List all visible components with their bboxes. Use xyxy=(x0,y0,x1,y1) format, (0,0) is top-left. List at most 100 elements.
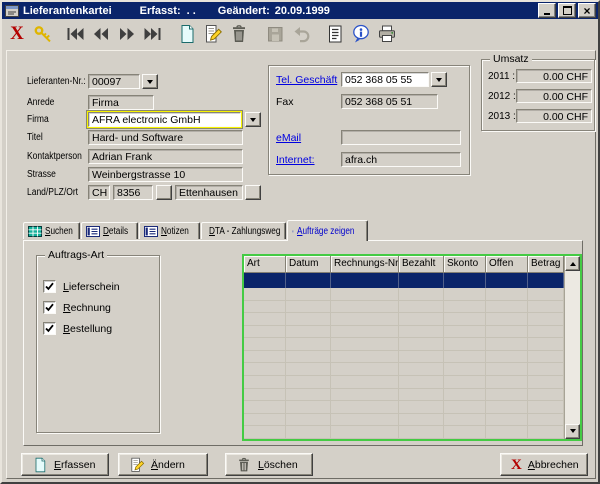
checkbox-rechnung[interactable] xyxy=(43,301,56,314)
ort-lookup-button[interactable] xyxy=(245,185,261,200)
geaendert-label: Geändert: xyxy=(218,5,270,17)
checkbox-lieferschein[interactable] xyxy=(43,280,56,293)
check-icon xyxy=(45,282,54,291)
scroll-up-button[interactable] xyxy=(565,256,580,271)
tab-label: Aufträge zeigen xyxy=(297,226,354,237)
column-header-bezahlt[interactable]: Bezahlt xyxy=(399,256,444,273)
loeschen-button[interactable]: Löschen xyxy=(225,453,313,476)
checkbox-bestellung[interactable] xyxy=(43,322,56,335)
maximize-button[interactable] xyxy=(558,3,576,18)
email-link[interactable]: eMail xyxy=(276,132,301,144)
tel-geschaeft-link[interactable]: Tel. Geschäft xyxy=(276,74,337,86)
table-row-selected[interactable] xyxy=(244,273,564,288)
table-row[interactable] xyxy=(244,351,564,364)
ort-field[interactable]: Ettenhausen xyxy=(175,185,243,200)
anrede-field[interactable]: Firma xyxy=(88,95,154,110)
last-record-icon xyxy=(143,26,163,42)
internet-field[interactable]: afra.ch xyxy=(341,152,461,167)
new-record-button[interactable] xyxy=(174,22,200,46)
minimize-icon xyxy=(544,13,550,15)
first-record-button[interactable] xyxy=(62,22,88,46)
minimize-button[interactable] xyxy=(538,3,556,18)
firma-dropdown-button[interactable] xyxy=(245,112,261,127)
table-row[interactable] xyxy=(244,313,564,326)
email-field[interactable] xyxy=(341,130,461,145)
edit-document-icon xyxy=(129,457,145,473)
table-row[interactable] xyxy=(244,326,564,339)
title-bar[interactable]: Lieferantenkartei Erfasst: . . Geändert:… xyxy=(2,2,598,19)
save-icon xyxy=(265,24,285,44)
key-icon xyxy=(33,24,53,44)
column-header-datum[interactable]: Datum xyxy=(286,256,331,273)
list-icon xyxy=(292,226,294,237)
previous-record-button[interactable] xyxy=(88,22,114,46)
table-row[interactable] xyxy=(244,414,564,427)
table-scrollbar[interactable] xyxy=(564,256,580,439)
column-header-offen[interactable]: Offen xyxy=(486,256,528,273)
tel-geschaeft-field[interactable]: 052 368 05 55 xyxy=(341,72,429,87)
umsatz-title: Umsatz xyxy=(490,53,532,65)
key-button[interactable] xyxy=(30,22,56,46)
column-header-rechnungs-nr[interactable]: Rechnungs-Nr. xyxy=(331,256,399,273)
red-x-icon: X xyxy=(511,458,522,472)
umsatz-year-label: 2011 : xyxy=(488,71,515,82)
report-button[interactable] xyxy=(322,22,348,46)
edit-record-button[interactable] xyxy=(200,22,226,46)
cancel-button[interactable]: X xyxy=(4,22,30,46)
lieferanten-nr-field[interactable]: 00097 xyxy=(88,74,140,89)
tab-page-auftraege: Auftrags-Art Lieferschein Rechnung Beste… xyxy=(23,240,583,446)
firma-field[interactable]: AFRA electronic GmbH xyxy=(88,112,241,127)
next-record-button[interactable] xyxy=(114,22,140,46)
check-icon xyxy=(45,303,54,312)
table-row[interactable] xyxy=(244,401,564,414)
red-x-icon: X xyxy=(10,25,24,43)
print-button[interactable] xyxy=(374,22,400,46)
edit-document-icon xyxy=(203,24,223,44)
tel-dropdown-button[interactable] xyxy=(431,72,447,87)
info-button[interactable] xyxy=(348,22,374,46)
new-document-icon xyxy=(177,24,197,44)
fax-field[interactable]: 052 368 05 51 xyxy=(341,94,438,109)
tab-auftraege-zeigen[interactable]: Aufträge zeigen xyxy=(287,220,368,241)
table-row[interactable] xyxy=(244,376,564,389)
main-panel: Lieferanten-Nr.: 00097 Anrede Firma Firm… xyxy=(6,50,596,479)
aendern-button[interactable]: Ändern xyxy=(118,453,208,476)
kontaktperson-field[interactable]: Adrian Frank xyxy=(88,149,243,164)
tab-details[interactable]: Details xyxy=(81,222,138,239)
titel-label: Titel xyxy=(27,132,43,143)
tab-suchen[interactable]: Suchen xyxy=(23,222,80,239)
button-label: Erfassen xyxy=(54,459,95,471)
table-row[interactable] xyxy=(244,389,564,402)
land-field[interactable]: CH xyxy=(88,185,110,200)
column-header-betrag[interactable]: Betrag xyxy=(528,256,564,273)
column-header-art[interactable]: Art xyxy=(244,256,286,273)
table-row[interactable] xyxy=(244,426,564,439)
save-record-button-disabled xyxy=(262,22,288,46)
scroll-down-button[interactable] xyxy=(565,424,580,439)
table-row[interactable] xyxy=(244,363,564,376)
internet-link[interactable]: Internet: xyxy=(276,154,315,166)
close-button[interactable]: × xyxy=(578,3,596,18)
abbrechen-button[interactable]: X Abbrechen xyxy=(500,453,588,476)
erfasst-label: Erfasst: xyxy=(140,5,181,17)
strasse-field[interactable]: Weinbergstrasse 10 xyxy=(88,167,243,182)
table-row[interactable] xyxy=(244,301,564,314)
maximize-icon xyxy=(563,6,572,15)
erfassen-button[interactable]: Erfassen xyxy=(21,453,109,476)
tab-label: Details xyxy=(103,226,128,237)
plz-field[interactable]: 8356 xyxy=(113,185,153,200)
delete-record-button[interactable] xyxy=(226,22,252,46)
last-record-button[interactable] xyxy=(140,22,166,46)
table-row[interactable] xyxy=(244,288,564,301)
table-row[interactable] xyxy=(244,338,564,351)
orders-table-grid: Art Datum Rechnungs-Nr. Bezahlt Skonto O… xyxy=(244,256,564,439)
check-icon xyxy=(45,324,54,333)
lieferanten-nr-dropdown-button[interactable] xyxy=(142,74,158,89)
plz-lookup-button[interactable] xyxy=(156,185,172,200)
umsatz-year-label: 2012 : xyxy=(488,91,516,102)
tab-notizen[interactable]: Notizen xyxy=(139,222,200,239)
tab-dta-zahlungsweg[interactable]: DTA - Zahlungsweg xyxy=(201,222,286,239)
titel-field[interactable]: Hard- und Software xyxy=(88,130,243,145)
chevron-down-icon xyxy=(147,80,153,87)
column-header-skonto[interactable]: Skonto xyxy=(444,256,486,273)
